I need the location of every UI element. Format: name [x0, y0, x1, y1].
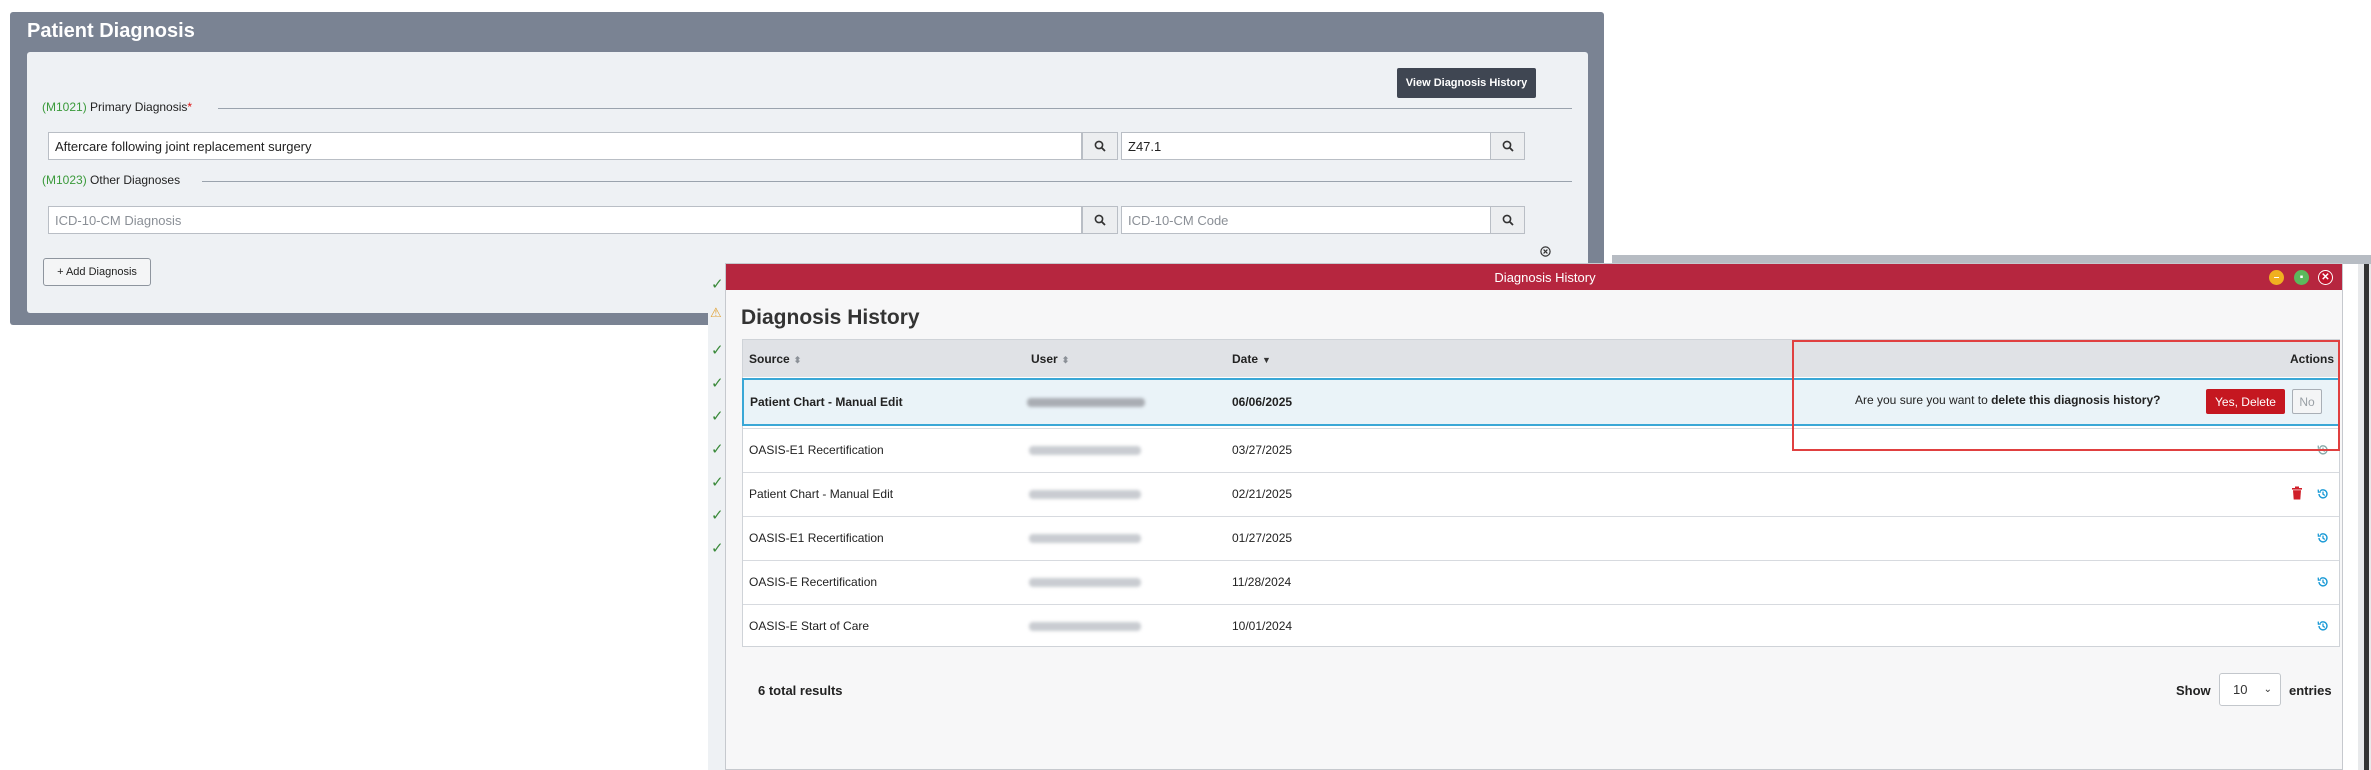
chevron-down-icon: ⌄: [2263, 684, 2272, 695]
column-user[interactable]: User ⬍: [1031, 352, 1069, 366]
column-date[interactable]: Date ▼: [1232, 352, 1271, 366]
dialog-heading: Diagnosis History: [741, 306, 920, 329]
section-divider: [202, 181, 1572, 182]
sort-icon: ⬍: [793, 355, 802, 365]
check-icon: ✓: [711, 507, 724, 524]
row-date: 03/27/2025: [1232, 443, 1293, 457]
other-diagnosis-search-button[interactable]: [1082, 206, 1118, 234]
other-oasis-code: (M1023): [42, 173, 87, 187]
search-icon: [1094, 214, 1106, 226]
row-user-redacted: [1027, 398, 1145, 407]
table-row[interactable]: [743, 516, 2339, 560]
panel-title: Patient Diagnosis: [27, 20, 195, 42]
primary-code-input[interactable]: Z47.1: [1121, 132, 1491, 160]
sort-icon: ⬍: [1061, 355, 1070, 365]
entries-select[interactable]: 10 ⌄: [2219, 673, 2281, 706]
row-date: 11/28/2024: [1232, 575, 1292, 589]
row-date: 10/01/2024: [1232, 619, 1293, 633]
row-source: Patient Chart - Manual Edit: [750, 395, 903, 409]
minimize-icon[interactable]: –: [2269, 270, 2284, 285]
check-icon: ✓: [711, 540, 724, 557]
check-icon: ✓: [711, 276, 724, 293]
other-diagnoses-label: (M1023) Other Diagnoses: [42, 173, 180, 187]
section-divider: [218, 108, 1572, 109]
primary-oasis-code: (M1021): [42, 100, 87, 114]
other-code-input[interactable]: ICD-10-CM Code: [1121, 206, 1491, 234]
entries-select-value: 10: [2233, 682, 2248, 697]
row-user-redacted: [1029, 578, 1141, 587]
column-source-label: Source: [749, 352, 790, 366]
table-row[interactable]: [743, 604, 2339, 646]
warning-icon: ⚠: [710, 305, 722, 320]
close-icon[interactable]: ✕: [2318, 270, 2333, 285]
primary-diagnosis-search-button[interactable]: [1082, 132, 1118, 160]
check-icon: ✓: [711, 408, 724, 425]
entries-label: entries: [2289, 683, 2332, 698]
check-icon: ✓: [711, 441, 724, 458]
primary-diagnosis-input[interactable]: Aftercare following joint replacement su…: [48, 132, 1082, 160]
history-restore-icon[interactable]: [2316, 531, 2330, 545]
column-user-label: User: [1031, 352, 1058, 366]
primary-diagnosis-label: (M1021) Primary Diagnosis*: [42, 100, 192, 114]
remove-diagnosis-icon[interactable]: [1540, 244, 1551, 257]
view-diagnosis-history-button[interactable]: View Diagnosis History: [1397, 68, 1536, 98]
column-date-label: Date: [1232, 352, 1259, 366]
row-source: OASIS-E Recertification: [749, 575, 878, 589]
other-label-text: Other Diagnoses: [90, 173, 181, 187]
row-user-redacted: [1029, 622, 1141, 631]
row-source: OASIS-E1 Recertification: [749, 443, 884, 457]
trash-icon[interactable]: [2291, 486, 2303, 500]
primary-code-search-button[interactable]: [1490, 132, 1525, 160]
scrollbar[interactable]: [2364, 264, 2369, 770]
primary-label-text: Primary Diagnosis: [90, 100, 188, 114]
table-row[interactable]: [743, 560, 2339, 604]
row-source: Patient Chart - Manual Edit: [749, 487, 894, 501]
search-icon: [1502, 214, 1514, 226]
other-diagnosis-input[interactable]: ICD-10-CM Diagnosis: [48, 206, 1082, 234]
check-icon: ✓: [711, 375, 724, 392]
row-user-redacted: [1029, 446, 1141, 455]
row-user-redacted: [1029, 534, 1141, 543]
table-row[interactable]: [743, 472, 2339, 516]
row-user-redacted: [1029, 490, 1141, 499]
search-icon: [1094, 140, 1106, 152]
row-date: 06/06/2025: [1232, 395, 1293, 409]
add-diagnosis-button[interactable]: + Add Diagnosis: [43, 258, 151, 286]
row-date: 01/27/2025: [1232, 531, 1293, 545]
history-restore-icon[interactable]: [2316, 619, 2330, 633]
other-code-search-button[interactable]: [1490, 206, 1525, 234]
annotation-callout-box: [1792, 340, 2340, 451]
check-icon: ✓: [711, 342, 724, 359]
total-results: 6 total results: [758, 683, 843, 698]
sort-desc-icon: ▼: [1262, 355, 1271, 365]
column-source[interactable]: Source ⬍: [749, 352, 801, 366]
required-mark: *: [187, 100, 193, 114]
dialog-window-title: Diagnosis History: [1494, 270, 1596, 285]
row-source: OASIS-E1 Recertification: [749, 531, 884, 545]
history-restore-icon[interactable]: [2316, 487, 2330, 501]
history-restore-icon[interactable]: [2316, 575, 2330, 589]
search-icon: [1502, 140, 1514, 152]
maximize-icon[interactable]: ▪: [2294, 270, 2309, 285]
row-date: 02/21/2025: [1232, 487, 1293, 501]
row-source: OASIS-E Start of Care: [749, 619, 870, 633]
check-icon: ✓: [711, 474, 724, 491]
show-label: Show: [2176, 683, 2211, 698]
